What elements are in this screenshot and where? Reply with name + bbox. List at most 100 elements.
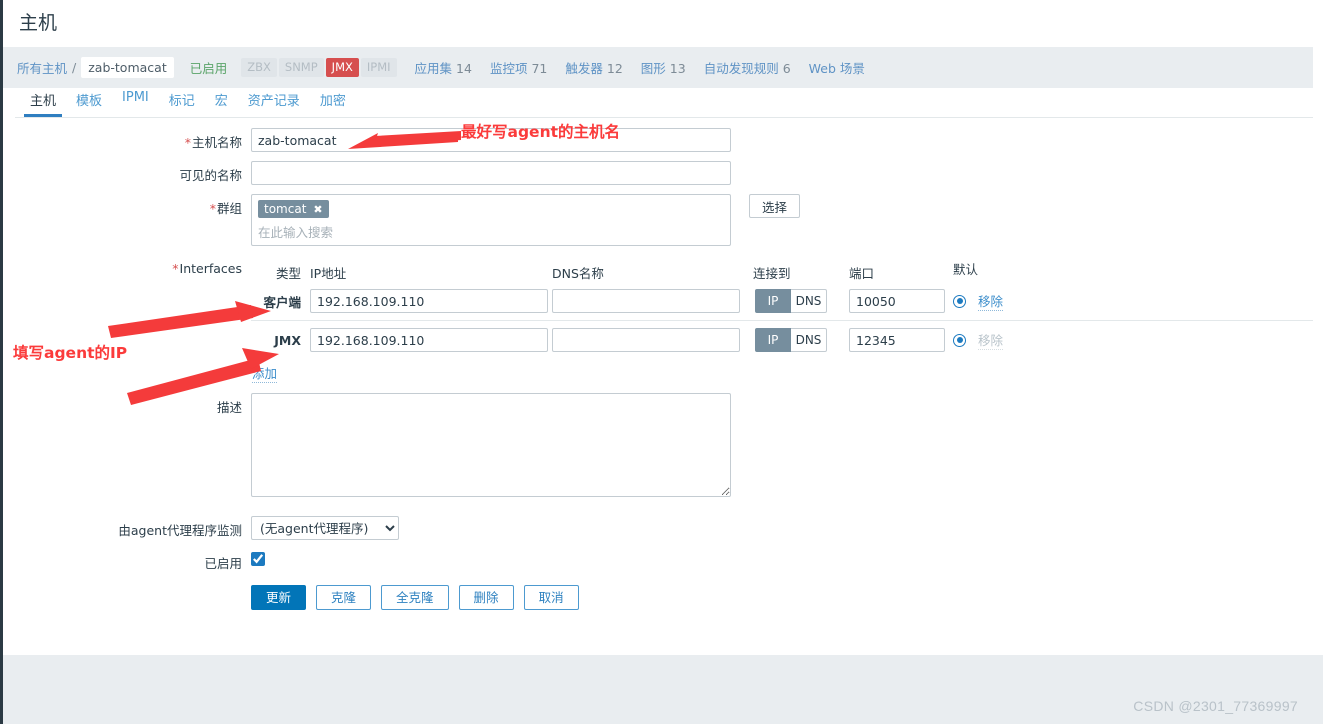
host-form: *主机名称 可见的名称 *群组 tomcat ✖ <box>3 128 1313 655</box>
breadcrumb-items-link[interactable]: 监控项 <box>490 61 528 76</box>
interface-ip-input-agent[interactable] <box>310 289 548 313</box>
host-name-input[interactable] <box>251 128 731 152</box>
cancel-button[interactable]: 取消 <box>523 585 579 610</box>
interface-remove-link-jmx: 移除 <box>978 330 1004 350</box>
interface-default-radio-jmx[interactable] <box>953 333 966 347</box>
required-marker: * <box>209 201 216 216</box>
tab-strip: 主机 模板 IPMI 标记 宏 资产记录 加密 <box>15 88 1313 118</box>
breadcrumb-triggers-link[interactable]: 触发器 <box>565 61 603 76</box>
interface-port-input-jmx[interactable] <box>849 328 945 352</box>
breadcrumb-web-link[interactable]: Web 场景 <box>809 61 865 76</box>
protocol-badge-jmx[interactable]: JMX <box>325 58 359 77</box>
full-clone-button[interactable]: 全克隆 <box>381 585 449 610</box>
breadcrumb-graphs-count: 13 <box>669 61 686 76</box>
header-default: 默认 <box>953 262 979 277</box>
description-textarea[interactable] <box>251 393 731 497</box>
connect-to-toggle-jmx: IP DNS <box>755 328 845 352</box>
breadcrumb-separator: / <box>72 60 77 75</box>
header-port: 端口 <box>849 266 875 281</box>
group-tag-tomcat: tomcat ✖ <box>258 200 329 218</box>
interfaces-label: *Interfaces <box>172 261 242 276</box>
form-actions: 更新 克隆 全克隆 删除 取消 <box>3 581 1313 610</box>
groups-multiselect[interactable]: tomcat ✖ 在此输入搜索 <box>251 194 731 246</box>
field-interfaces: *Interfaces 类型 IP地址 DNS名称 连接到 端口 默认 客户端 <box>3 260 1313 383</box>
clone-button[interactable]: 克隆 <box>316 585 372 610</box>
breadcrumb-applications-count: 14 <box>456 61 472 76</box>
breadcrumb-discovery-count: 6 <box>782 61 791 76</box>
interface-default-radio-agent[interactable] <box>953 294 966 308</box>
groups-search-placeholder[interactable]: 在此输入搜索 <box>258 222 724 241</box>
breadcrumb-graphs-link[interactable]: 图形 <box>641 61 666 76</box>
tab-macros[interactable]: 宏 <box>205 88 238 116</box>
interface-type-jmx: JMX <box>274 332 301 348</box>
host-name-label: *主机名称 <box>184 135 242 150</box>
page-title: 主机 <box>19 12 58 34</box>
breadcrumb-triggers-count: 12 <box>606 61 623 76</box>
field-host-name: *主机名称 <box>3 128 1313 152</box>
enabled-label: 已启用 <box>204 556 242 571</box>
groups-select-button[interactable]: 选择 <box>749 194 801 218</box>
table-row: 客户端 IP DNS <box>251 282 1313 320</box>
tab-templates[interactable]: 模板 <box>66 88 112 116</box>
header-dns: DNS名称 <box>552 266 604 281</box>
breadcrumb-current-host: zab-tomacat <box>81 57 174 78</box>
breadcrumb-graphs: 图形 13 <box>641 58 686 77</box>
page-title-bar: 主机 <box>3 0 1323 46</box>
tab-inventory[interactable]: 资产记录 <box>238 88 310 116</box>
watermark: CSDN @2301_77369997 <box>1133 698 1298 714</box>
add-interface-link[interactable]: 添加 <box>252 363 278 383</box>
interfaces-header-row: 类型 IP地址 DNS名称 连接到 端口 默认 <box>251 260 1313 282</box>
table-row: JMX IP DNS <box>251 320 1313 359</box>
close-icon[interactable]: ✖ <box>313 203 322 216</box>
protocol-badges: ZBX SNMP JMX IPMI <box>241 58 397 77</box>
field-visible-name: 可见的名称 <box>3 161 1313 185</box>
visible-name-label: 可见的名称 <box>179 168 242 183</box>
update-button[interactable]: 更新 <box>251 585 307 610</box>
tab-encryption[interactable]: 加密 <box>310 88 356 116</box>
breadcrumb-discovery-link[interactable]: 自动发现规则 <box>704 61 779 76</box>
app-screen: 主机 所有主机 / zab-tomacat 已启用 ZBX SNMP JMX I… <box>0 0 1323 724</box>
enabled-checkbox[interactable] <box>251 552 265 566</box>
interface-dns-input-agent[interactable] <box>552 289 740 313</box>
connect-to-ip-button-jmx[interactable]: IP <box>755 328 791 352</box>
breadcrumb-items: 监控项 71 <box>490 58 547 77</box>
breadcrumb-discovery: 自动发现规则 6 <box>704 58 791 77</box>
visible-name-input[interactable] <box>251 161 731 185</box>
interface-port-input-agent[interactable] <box>849 289 945 313</box>
tab-tags[interactable]: 标记 <box>159 88 205 116</box>
tab-ipmi[interactable]: IPMI <box>112 88 159 112</box>
breadcrumb-applications-link[interactable]: 应用集 <box>415 61 453 76</box>
breadcrumb-all-hosts-link[interactable]: 所有主机 <box>17 58 67 77</box>
actions-spacer <box>3 581 251 585</box>
field-enabled: 已启用 <box>3 549 1313 572</box>
host-status-badge[interactable]: 已启用 <box>190 58 228 77</box>
breadcrumb-applications: 应用集 14 <box>415 58 472 77</box>
connect-to-ip-button-agent[interactable]: IP <box>755 289 791 313</box>
interface-dns-input-jmx[interactable] <box>552 328 740 352</box>
protocol-badge-ipmi[interactable]: IPMI <box>360 58 397 77</box>
group-tag-label: tomcat <box>264 202 307 216</box>
monitored-by-proxy-select[interactable]: (无agent代理程序) <box>251 516 399 540</box>
description-label: 描述 <box>216 400 242 415</box>
header-ip: IP地址 <box>310 266 347 281</box>
delete-button[interactable]: 删除 <box>458 585 514 610</box>
connect-to-dns-button-agent[interactable]: DNS <box>791 289 827 313</box>
required-marker: * <box>172 261 179 276</box>
required-marker: * <box>184 135 191 150</box>
interface-ip-input-jmx[interactable] <box>310 328 548 352</box>
field-monitored-by-proxy: 由agent代理程序监测 (无agent代理程序) <box>3 516 1313 540</box>
header-connect-to: 连接到 <box>753 266 791 281</box>
interfaces-table: 类型 IP地址 DNS名称 连接到 端口 默认 客户端 192.168.109.… <box>251 260 1313 383</box>
monitored-by-proxy-label: 由agent代理程序监测 <box>118 523 242 538</box>
tab-host[interactable]: 主机 <box>20 88 66 117</box>
breadcrumb: 所有主机 / zab-tomacat 已启用 ZBX SNMP JMX IPMI… <box>3 47 1313 88</box>
protocol-badge-snmp[interactable]: SNMP <box>278 58 324 77</box>
groups-label: *群组 <box>209 201 242 216</box>
connect-to-dns-button-jmx[interactable]: DNS <box>791 328 827 352</box>
interface-remove-link-agent[interactable]: 移除 <box>978 291 1004 311</box>
connect-to-toggle-agent: IP DNS <box>755 289 845 313</box>
protocol-badge-zbx[interactable]: ZBX <box>241 58 277 77</box>
field-description: 描述 <box>3 393 1313 500</box>
header-type: 类型 <box>275 266 301 281</box>
page-footer-area <box>3 655 1323 724</box>
